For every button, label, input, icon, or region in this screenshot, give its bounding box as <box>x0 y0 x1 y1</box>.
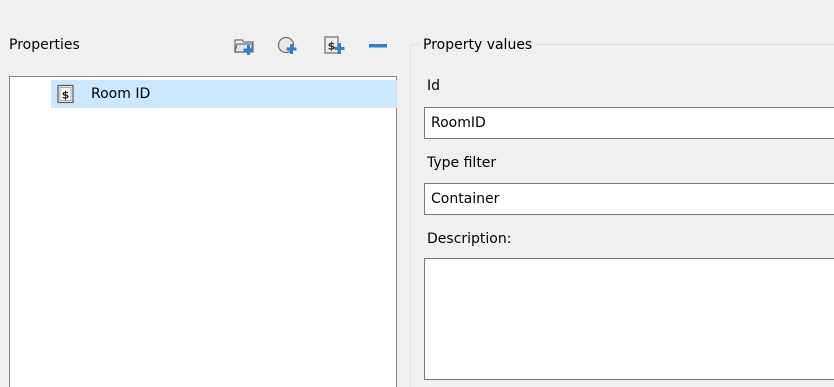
add-circle-icon <box>277 36 297 54</box>
remove-button[interactable] <box>365 34 391 58</box>
property-values-title: Property values <box>419 36 537 54</box>
type-filter-label: Type filter <box>427 155 497 171</box>
description-textarea[interactable] <box>424 258 834 380</box>
add-folder-icon <box>234 39 254 55</box>
properties-title: Properties <box>9 37 80 53</box>
string-property-icon: $ <box>57 84 74 104</box>
remove-icon <box>369 44 387 48</box>
properties-editor-window: Properties $ $ Room ID Property values I… <box>0 0 834 387</box>
add-folder-button[interactable] <box>232 34 258 58</box>
svg-text:$: $ <box>62 89 70 102</box>
svg-text:$: $ <box>328 40 336 53</box>
tree-item-room-id[interactable]: $ Room ID <box>51 80 397 108</box>
type-filter-field[interactable] <box>424 183 834 215</box>
description-label: Description: <box>427 231 512 247</box>
id-label: Id <box>427 78 441 94</box>
tree-item-label: Room ID <box>91 86 151 102</box>
add-string-property-icon: $ <box>324 36 345 54</box>
add-circle-button[interactable] <box>275 34 301 58</box>
properties-tree[interactable]: $ Room ID <box>9 76 397 387</box>
add-string-property-button[interactable]: $ <box>322 34 348 58</box>
id-field[interactable] <box>424 107 834 139</box>
